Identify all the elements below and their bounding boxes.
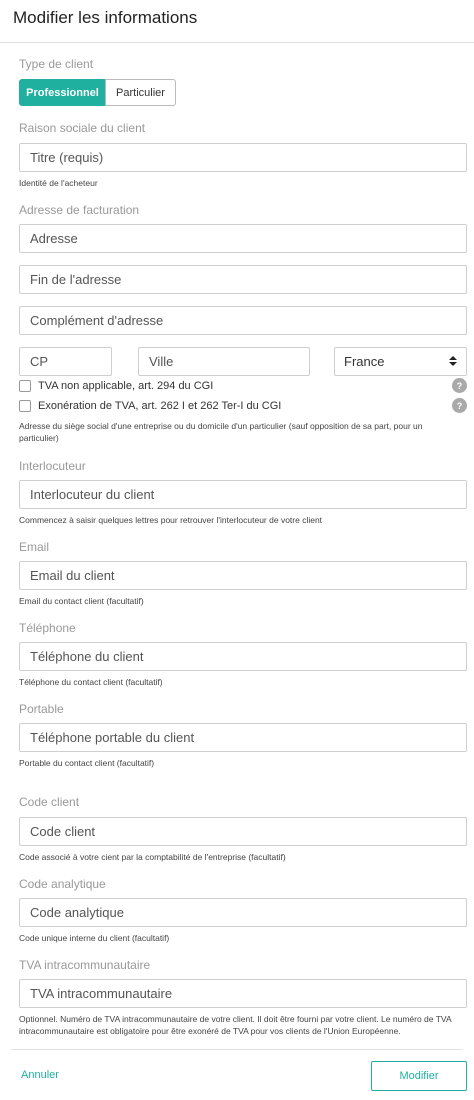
particulier-toggle[interactable]: Particulier (105, 79, 176, 106)
country-select[interactable]: France (334, 347, 467, 376)
exoneration-tva-row: Exonération de TVA, art. 262 I et 262 Te… (19, 398, 467, 414)
exoneration-tva-label[interactable]: Exonération de TVA, art. 262 I et 262 Te… (38, 400, 281, 412)
interlocuteur-help: Commencez à saisir quelques lettres pour… (19, 515, 323, 525)
interlocuteur-input[interactable] (19, 480, 467, 509)
email-label: Email (19, 540, 50, 554)
tva-non-applicable-label[interactable]: TVA non applicable, art. 294 du CGI (38, 380, 213, 392)
submit-button[interactable]: Modifier (371, 1061, 467, 1091)
footer-divider (11, 1049, 463, 1050)
raison-sociale-help: Identité de l'acheteur (19, 178, 98, 188)
telephone-input[interactable] (19, 642, 467, 671)
interlocuteur-label: Interlocuteur (19, 459, 86, 473)
exoneration-tva-checkbox[interactable] (19, 400, 31, 412)
tva-non-applicable-row: TVA non applicable, art. 294 du CGI ? (19, 378, 467, 394)
fin-adresse-input[interactable] (19, 265, 467, 294)
professionnel-toggle[interactable]: Professionnel (19, 79, 106, 106)
code-analytique-label: Code analytique (19, 877, 106, 891)
portable-input[interactable] (19, 723, 467, 752)
email-input[interactable] (19, 561, 467, 590)
raison-sociale-input[interactable] (19, 143, 467, 172)
client-type-label: Type de client (19, 57, 94, 71)
ville-input[interactable] (138, 347, 310, 376)
code-client-label: Code client (19, 795, 80, 809)
adresse-help: Adresse du siège social d'une entreprise… (19, 421, 423, 443)
tva-intra-label: TVA intracommunautaire (19, 958, 151, 972)
modal-header: Modifier les informations (0, 0, 474, 43)
code-analytique-help: Code unique interne du client (facultati… (19, 933, 170, 943)
adresse-label: Adresse de facturation (19, 203, 140, 217)
complement-adresse-input[interactable] (19, 306, 467, 335)
telephone-label: Téléphone (19, 621, 76, 635)
adresse-input[interactable] (19, 224, 467, 253)
tva-non-applicable-checkbox[interactable] (19, 380, 31, 392)
help-icon[interactable]: ? (452, 378, 467, 393)
code-client-help: Code associé à votre cient par la compta… (19, 852, 286, 862)
code-client-input[interactable] (19, 817, 467, 846)
raison-sociale-label: Raison sociale du client (19, 121, 146, 135)
telephone-help: Téléphone du contact client (facultatif) (19, 677, 163, 687)
country-value: France (344, 354, 385, 369)
tva-intra-input[interactable] (19, 979, 467, 1008)
cancel-button[interactable]: Annuler (21, 1069, 59, 1081)
sort-arrows-icon (449, 354, 457, 369)
cp-input[interactable] (19, 347, 112, 376)
email-help: Email du contact client (facultatif) (19, 596, 144, 606)
tva-intra-help: Optionnel. Numéro de TVA intracommunauta… (19, 1014, 452, 1036)
portable-help: Portable du contact client (facultatif) (19, 758, 155, 768)
code-analytique-input[interactable] (19, 898, 467, 927)
modal-title: Modifier les informations (13, 8, 198, 27)
portable-label: Portable (19, 702, 64, 716)
help-icon[interactable]: ? (452, 398, 467, 413)
